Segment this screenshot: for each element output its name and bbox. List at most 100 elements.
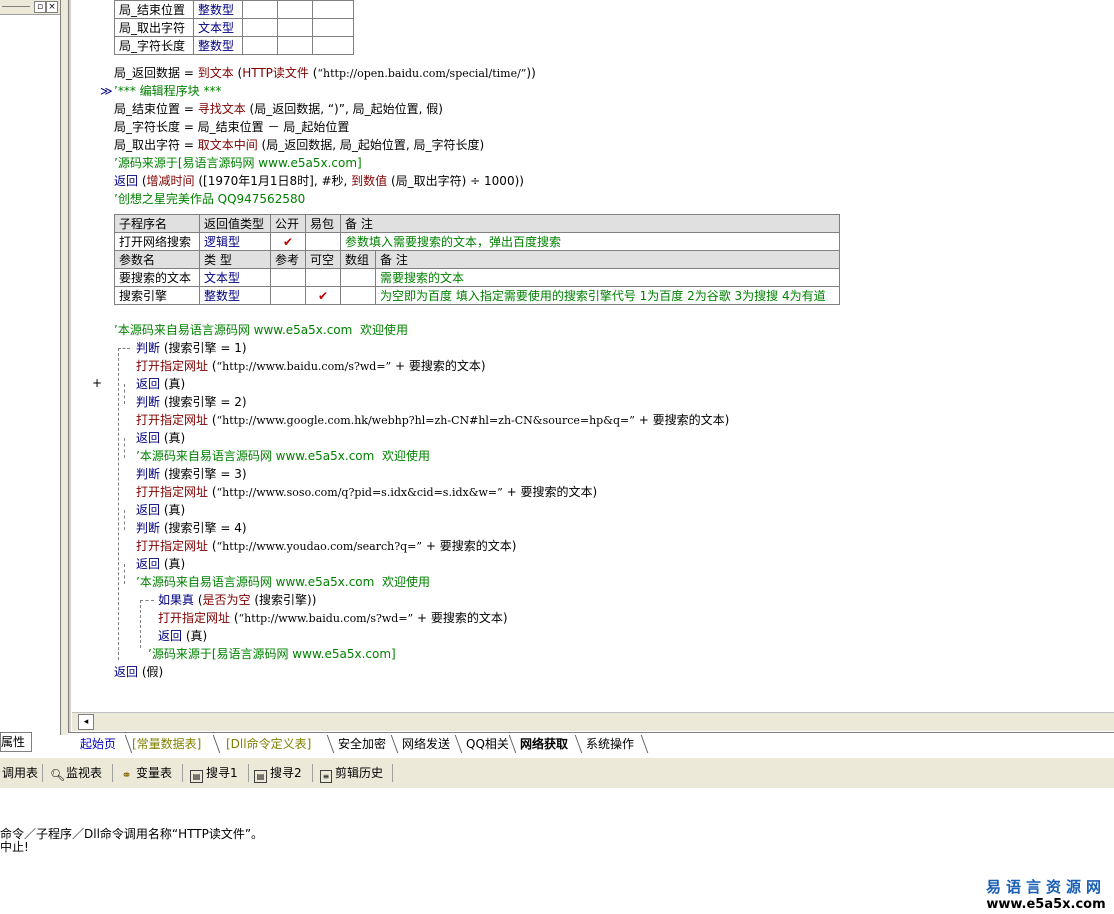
code-line[interactable]: 判断 (搜索引擎 = 4) (136, 519, 247, 537)
splitter[interactable] (61, 0, 69, 735)
code-comment[interactable]: ’源码来源于[易语言源码网 www.e5a5x.com] (148, 645, 396, 663)
bottom-toolbar: 调用表 🔍︎监视表 ⚭ 变量表 ▤ 搜寻1 ▤ 搜寻2 ≡ 剪辑历史 (0, 757, 1114, 789)
output-line: 命令／子程序／Dll命令调用名称“HTTP读文件”。 (0, 827, 264, 841)
search1-icon: ▤ (190, 770, 203, 783)
left-panel-titlebar: ▫ × (0, 0, 60, 15)
flow-line (124, 438, 125, 458)
tab-network-fetch[interactable]: 网络获取 (520, 735, 568, 753)
table-row: 局_结束位置 整数型 (114, 0, 354, 19)
code-line[interactable]: 返回 (假) (114, 663, 163, 681)
table-header-row: 子程序名 返回值类型 公开 易包 备 注 (114, 214, 840, 233)
left-panel (0, 0, 61, 735)
code-line[interactable]: 如果真 (是否为空 (搜索引擎)) (158, 591, 316, 609)
flow-line (140, 600, 154, 601)
var-type[interactable]: 整数型 (193, 36, 243, 55)
tab-security[interactable]: 安全加密 (338, 735, 386, 753)
code-line[interactable]: 判断 (搜索引擎 = 2) (136, 393, 247, 411)
flow-line (124, 510, 125, 530)
code-line[interactable]: 返回 (真) (136, 429, 185, 447)
code-line[interactable]: 局_字符长度 = 局_结束位置 － 局_起始位置 (114, 118, 349, 136)
close-icon[interactable]: × (46, 1, 58, 13)
expand-plus-icon[interactable]: + (92, 374, 102, 392)
table-row: 打开网络搜索 逻辑型 ✔ 参数填入需要搜索的文本，弹出百度搜索 (114, 232, 840, 251)
site-watermark: 易语言资源网 www.e5a5x.com (986, 876, 1106, 912)
code-comment[interactable]: ’源码来源于[易语言源码网 www.e5a5x.com] (114, 154, 362, 172)
table-row: 搜索引擎 整数型 ✔ 为空即为百度 填入指定需要使用的搜索引擎代号 1为百度 2… (114, 286, 840, 305)
code-line[interactable]: 判断 (搜索引擎 = 3) (136, 465, 247, 483)
code-line[interactable]: 打开指定网址 (“http://www.google.com.hk/webhp?… (136, 411, 729, 429)
search2-button[interactable]: ▤ 搜寻2 (254, 764, 302, 783)
flow-line (124, 564, 125, 584)
scroll-left-icon[interactable]: ◂ (78, 714, 94, 730)
code-comment[interactable]: ’本源码来自易语言源码网 www.e5a5x.com 欢迎使用 (136, 573, 430, 591)
code-line[interactable]: 返回 (真) (136, 375, 185, 393)
code-comment[interactable]: ’创想之星完美作品 QQ947562580 (114, 190, 305, 208)
param-note[interactable]: 为空即为百度 填入指定需要使用的搜索引擎代号 1为百度 2为谷歌 3为搜搜 4为… (375, 286, 840, 305)
tab-start-page[interactable]: 起始页 (80, 735, 116, 753)
call-table-button[interactable]: 调用表 (2, 764, 38, 782)
var-name[interactable]: 局_取出字符 (114, 18, 194, 37)
var-type[interactable]: 整数型 (193, 0, 243, 19)
sub-return-type[interactable]: 逻辑型 (199, 232, 271, 251)
flow-line (118, 348, 119, 660)
subprogram-table: 子程序名 返回值类型 公开 易包 备 注 打开网络搜索 逻辑型 ✔ 参数填入需要… (114, 214, 840, 305)
tab-constants[interactable]: [常量数据表] (132, 735, 201, 753)
tab-system[interactable]: 系统操作 (586, 735, 634, 753)
code-line[interactable]: 局_取出字符 = 取文本中间 (局_返回数据, 局_起始位置, 局_字符长度) (114, 136, 484, 154)
nullable-check-icon[interactable]: ✔ (305, 286, 341, 305)
tab-network-send[interactable]: 网络发送 (402, 735, 450, 753)
sub-note[interactable]: 参数填入需要搜索的文本，弹出百度搜索 (340, 232, 840, 251)
module-tab-bar: 起始页 [常量数据表] [Dll命令定义表] 安全加密 网络发送 QQ相关 网络… (68, 732, 1114, 755)
table-header-row: 参数名 类 型 参考 可空 数组 备 注 (114, 250, 840, 269)
code-line[interactable]: 打开指定网址 (“http://www.youdao.com/search?q=… (136, 537, 516, 555)
tab-qq[interactable]: QQ相关 (466, 735, 509, 753)
public-check-icon[interactable]: ✔ (270, 232, 306, 251)
code-line[interactable]: 返回 (真) (136, 555, 185, 573)
table-row: 局_字符长度 整数型 (114, 36, 354, 55)
current-line-arrow-icon: ≫ (100, 84, 113, 98)
restore-icon[interactable]: ▫ (34, 1, 46, 13)
code-line[interactable]: 局_结束位置 = 寻找文本 (局_返回数据, “)”, 局_起始位置, 假) (114, 100, 443, 118)
param-type[interactable]: 文本型 (199, 268, 271, 287)
watch-table-button[interactable]: 🔍︎监视表 (50, 764, 102, 782)
variables-table-button[interactable]: ⚭ 变量表 (120, 764, 172, 782)
search1-button[interactable]: ▤ 搜寻1 (190, 764, 238, 783)
param-note[interactable]: 需要搜索的文本 (375, 268, 840, 287)
code-line[interactable]: 打开指定网址 (“http://www.soso.com/q?pid=s.idx… (136, 483, 597, 501)
param-name[interactable]: 搜索引擎 (114, 286, 200, 305)
flow-line (140, 600, 141, 648)
output-panel[interactable]: 命令／子程序／Dll命令调用名称“HTTP读文件”。 中止! (0, 788, 1114, 914)
code-comment[interactable]: ’本源码来自易语言源码网 www.e5a5x.com 欢迎使用 (114, 321, 408, 339)
table-row: 局_取出字符 文本型 (114, 18, 354, 37)
code-line[interactable]: 局_返回数据 = 到文本 (HTTP读文件 (“http://open.baid… (114, 64, 536, 82)
code-comment[interactable]: ’*** 编辑程序块 *** (114, 82, 221, 100)
code-line[interactable]: 返回 (真) (158, 627, 207, 645)
code-line[interactable]: 返回 (真) (136, 501, 185, 519)
clip-history-button[interactable]: ≡ 剪辑历史 (320, 764, 383, 783)
var-name[interactable]: 局_结束位置 (114, 0, 194, 19)
code-editor[interactable]: 局_结束位置 整数型 局_取出字符 文本型 局_字符长度 整数型 局_返回数据 … (72, 0, 1114, 712)
magnifier-icon: 🔍︎ (50, 768, 66, 782)
splitter-edge (69, 0, 71, 735)
flow-line (124, 384, 125, 404)
sub-name[interactable]: 打开网络搜索 (114, 232, 200, 251)
var-type[interactable]: 文本型 (193, 18, 243, 37)
var-name[interactable]: 局_字符长度 (114, 36, 194, 55)
code-line[interactable]: 打开指定网址 (“http://www.baidu.com/s?wd=” + 要… (158, 609, 508, 627)
code-line[interactable]: 判断 (搜索引擎 = 1) (136, 339, 247, 357)
param-type[interactable]: 整数型 (199, 286, 271, 305)
tab-dll-commands[interactable]: [Dll命令定义表] (226, 735, 311, 753)
horizontal-scrollbar[interactable] (72, 712, 1114, 731)
code-line[interactable]: 返回 (增减时间 ([1970年1月1日8时], #秒, 到数值 (局_取出字符… (114, 172, 524, 190)
titlebar-grip (2, 6, 30, 7)
code-comment[interactable]: ’本源码来自易语言源码网 www.e5a5x.com 欢迎使用 (136, 447, 430, 465)
code-line[interactable]: 打开指定网址 (“http://www.baidu.com/s?wd=” + 要… (136, 357, 486, 375)
flow-line (118, 348, 130, 349)
clip-history-icon: ≡ (320, 770, 332, 783)
watermark-url: www.e5a5x.com (986, 897, 1106, 912)
output-line: 中止! (0, 840, 29, 854)
table-row: 要搜索的文本 文本型 需要搜索的文本 (114, 268, 840, 287)
properties-tab[interactable]: 属性 (0, 732, 32, 752)
search2-icon: ▤ (254, 770, 267, 783)
param-name[interactable]: 要搜索的文本 (114, 268, 200, 287)
